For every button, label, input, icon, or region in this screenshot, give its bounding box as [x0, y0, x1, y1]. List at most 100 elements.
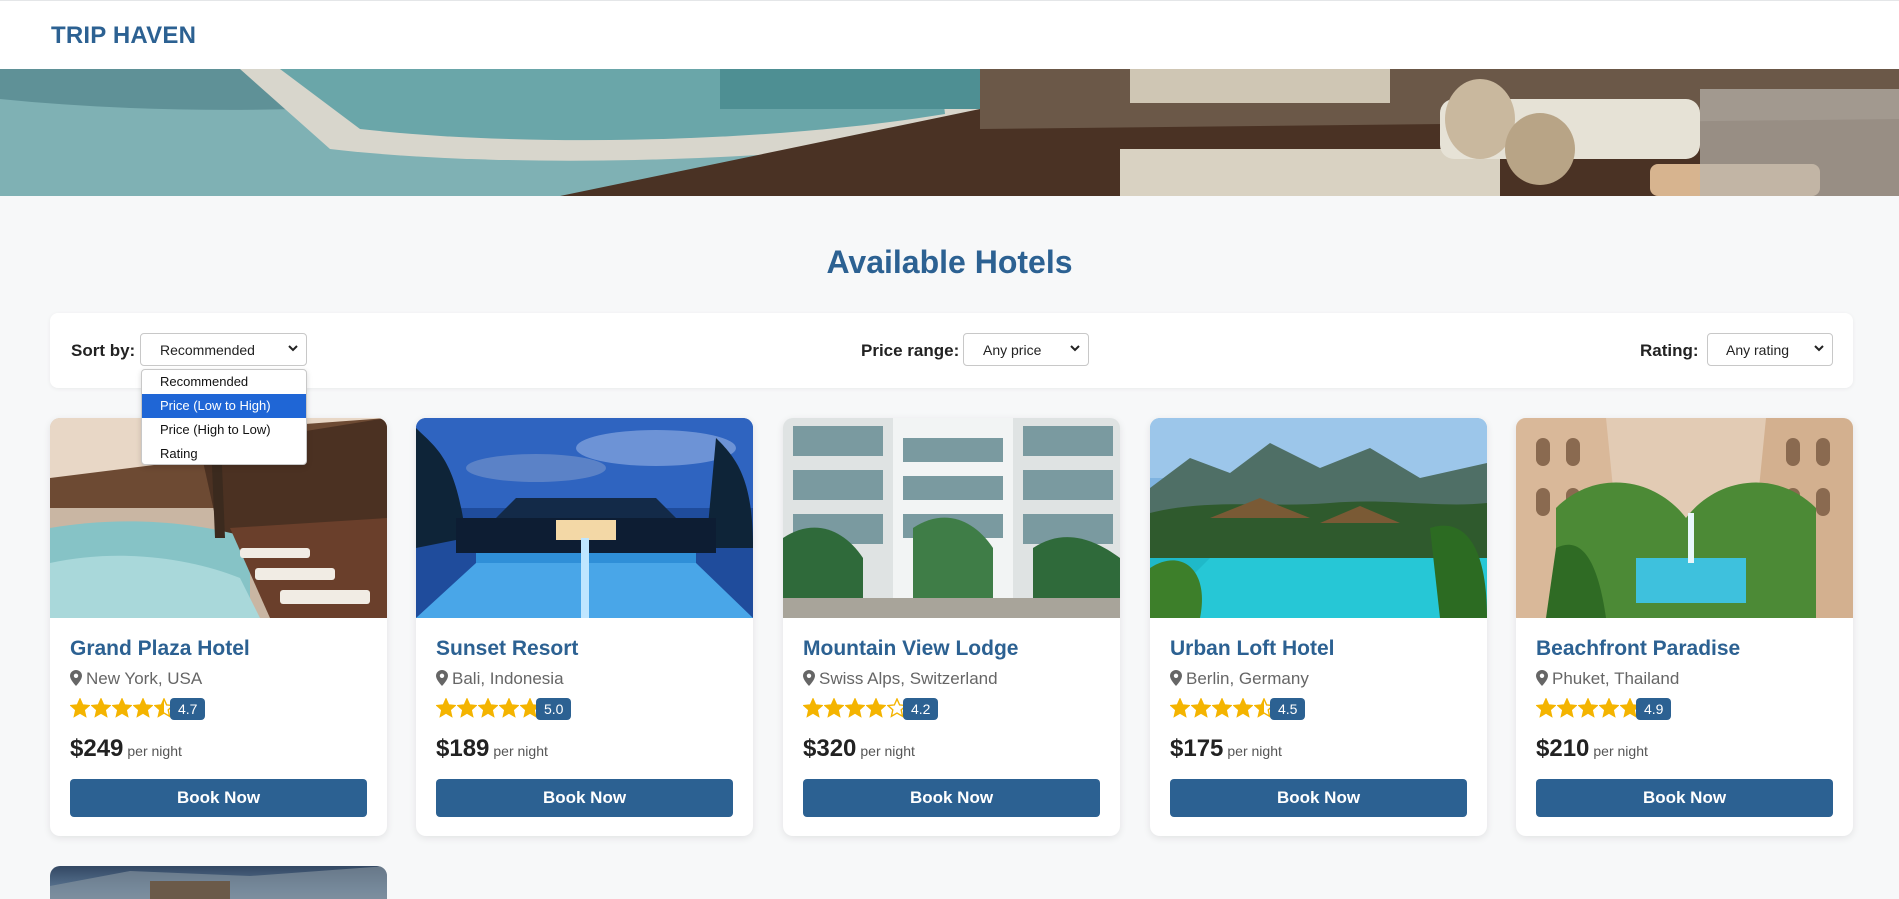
star-rating [1170, 698, 1275, 718]
star-rating [803, 698, 908, 718]
map-pin-icon [1170, 670, 1182, 686]
star-icon [457, 698, 477, 718]
sort-label: Sort by: [71, 341, 136, 360]
hotel-location-text: Phuket, Thailand [1552, 669, 1680, 688]
rating-select[interactable]: Any rating [1707, 333, 1833, 366]
top-navbar: TRIP HAVEN [0, 0, 1899, 69]
star-icon [91, 698, 111, 718]
star-icon [803, 698, 823, 718]
star-icon [436, 698, 456, 718]
sort-option-rating[interactable]: Rating [142, 442, 306, 464]
chevron-down-icon [288, 345, 298, 352]
rating-badge: 4.2 [903, 698, 939, 720]
star-icon [70, 698, 90, 718]
sort-option-price-low-high[interactable]: Price (Low to High) [142, 394, 306, 418]
per-night-label: per night [127, 743, 182, 759]
star-icon [1578, 698, 1598, 718]
star-icon [478, 698, 498, 718]
star-rating [70, 698, 175, 718]
hotel-location: Phuket, Thailand [1536, 669, 1679, 689]
hotel-location-text: Bali, Indonesia [452, 669, 564, 688]
book-now-button[interactable]: Book Now [436, 779, 733, 817]
filter-bar: Sort by: Recommended Price range: Any pr… [50, 313, 1853, 388]
star-rating [436, 698, 541, 718]
star-icon [1170, 698, 1190, 718]
star-icon [1536, 698, 1556, 718]
rating-label: Rating: [1640, 341, 1699, 360]
price-amount: $249 [70, 735, 124, 762]
hotel-card[interactable]: Beachfront Paradise Phuket, Thailand 4.9… [1516, 418, 1853, 836]
book-now-button[interactable]: Book Now [1170, 779, 1467, 817]
sort-select[interactable]: Recommended [140, 333, 307, 366]
hotel-image [783, 418, 1120, 618]
hotel-name[interactable]: Beachfront Paradise [1536, 637, 1740, 661]
hero-banner-image [0, 69, 1899, 196]
per-night-label: per night [493, 743, 548, 759]
price-amount: $320 [803, 735, 857, 762]
star-icon [133, 698, 153, 718]
price-range-select[interactable]: Any price [963, 333, 1089, 366]
hotel-image [1150, 418, 1487, 618]
star-icon [1599, 698, 1619, 718]
chevron-down-icon [1814, 345, 1824, 352]
star-icon [112, 698, 132, 718]
rating-select-value: Any rating [1726, 342, 1790, 358]
hotel-location-text: Swiss Alps, Switzerland [819, 669, 998, 688]
star-icon [845, 698, 865, 718]
rating-badge: 4.5 [1270, 698, 1306, 720]
book-now-button[interactable]: Book Now [803, 779, 1100, 817]
hotel-image [416, 418, 753, 618]
rating-badge: 4.9 [1636, 698, 1672, 720]
hotel-location-text: New York, USA [86, 669, 203, 688]
price-amount: $210 [1536, 735, 1590, 762]
hotel-card[interactable]: Grand Plaza Hotel New York, USA 4.7 $249… [50, 418, 387, 836]
price-range-label: Price range: [861, 341, 960, 360]
star-icon [499, 698, 519, 718]
sort-option-recommended[interactable]: Recommended [142, 370, 306, 394]
hotel-name[interactable]: Mountain View Lodge [803, 637, 1018, 661]
per-night-label: per night [1593, 743, 1648, 759]
price-amount: $189 [436, 735, 490, 762]
hotel-name[interactable]: Sunset Resort [436, 637, 578, 661]
hotel-price: $175 per night [1170, 735, 1282, 763]
book-now-button[interactable]: Book Now [1536, 779, 1833, 817]
hotel-image [50, 866, 387, 899]
per-night-label: per night [860, 743, 915, 759]
hotel-location: Berlin, Germany [1170, 669, 1309, 689]
hotel-image [1516, 418, 1853, 618]
book-now-button[interactable]: Book Now [70, 779, 367, 817]
map-pin-icon [436, 670, 448, 686]
hotel-card[interactable]: Sunset Resort Bali, Indonesia 5.0 $189 pe… [416, 418, 753, 836]
hotel-location: New York, USA [70, 669, 202, 689]
hotel-card-partial[interactable] [50, 866, 387, 899]
hotel-location: Swiss Alps, Switzerland [803, 669, 998, 689]
sort-option-price-high-low[interactable]: Price (High to Low) [142, 418, 306, 442]
price-range-select-value: Any price [983, 342, 1042, 358]
map-pin-icon [1536, 670, 1548, 686]
hotel-price: $320 per night [803, 735, 915, 763]
star-icon [866, 698, 886, 718]
star-rating [1536, 698, 1641, 718]
hotel-name[interactable]: Urban Loft Hotel [1170, 637, 1334, 661]
hotel-location-text: Berlin, Germany [1186, 669, 1309, 688]
star-icon [824, 698, 844, 718]
map-pin-icon [803, 670, 815, 686]
sort-select-value: Recommended [160, 342, 255, 358]
hotel-location: Bali, Indonesia [436, 669, 564, 689]
star-icon [1212, 698, 1232, 718]
sort-dropdown-list: Recommended Price (Low to High) Price (H… [141, 369, 307, 465]
chevron-down-icon [1070, 345, 1080, 352]
star-icon [1191, 698, 1211, 718]
star-icon [1233, 698, 1253, 718]
hotel-price: $210 per night [1536, 735, 1648, 763]
per-night-label: per night [1227, 743, 1282, 759]
star-icon [1557, 698, 1577, 718]
rating-badge: 4.7 [170, 698, 206, 720]
map-pin-icon [70, 670, 82, 686]
rating-badge: 5.0 [536, 698, 572, 720]
hotel-name[interactable]: Grand Plaza Hotel [70, 637, 250, 661]
hotel-price: $189 per night [436, 735, 548, 763]
hotel-card[interactable]: Mountain View Lodge Swiss Alps, Switzerl… [783, 418, 1120, 836]
hotel-card[interactable]: Urban Loft Hotel Berlin, Germany 4.5 $17… [1150, 418, 1487, 836]
brand-logo[interactable]: TRIP HAVEN [51, 22, 196, 50]
